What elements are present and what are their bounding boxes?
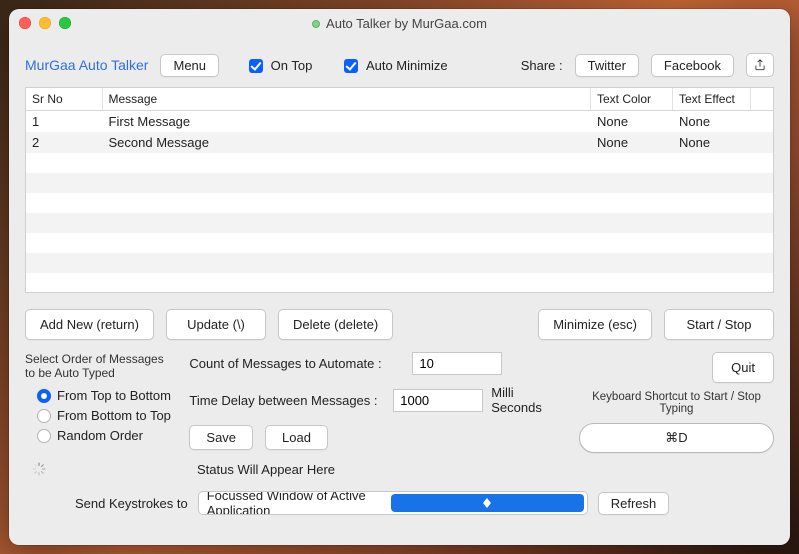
table-row[interactable]: 2 Second Message None None — [26, 132, 773, 153]
mid-section: Select Order of Messages to be Auto Type… — [25, 352, 774, 453]
minimize-button[interactable]: Minimize (esc) — [538, 309, 652, 340]
status-row: Status Will Appear Here — [25, 461, 774, 477]
window-title-text: Auto Talker by MurGaa.com — [326, 16, 487, 31]
cell-text-color: None — [591, 111, 673, 133]
cell-srno: 1 — [26, 111, 102, 133]
minimize-window-icon[interactable] — [39, 17, 51, 29]
quit-button[interactable]: Quit — [712, 352, 774, 383]
order-group: Select Order of Messages to be Auto Type… — [25, 352, 171, 448]
table-row[interactable] — [26, 273, 773, 293]
radio-icon[interactable] — [37, 409, 51, 423]
app-name-link[interactable]: MurGaa Auto Talker — [25, 57, 148, 73]
delay-input[interactable] — [393, 389, 483, 412]
count-label: Count of Messages to Automate : — [189, 356, 404, 371]
update-button[interactable]: Update (\) — [166, 309, 266, 340]
keyboard-group: Quit Keyboard Shortcut to Start / Stop T… — [579, 352, 774, 453]
status-text: Status Will Appear Here — [197, 462, 335, 477]
messages-table[interactable]: Sr No Message Text Color Text Effect 1 F… — [25, 87, 774, 293]
col-header-text-effect[interactable]: Text Effect — [673, 88, 751, 111]
on-top-checkbox[interactable] — [249, 59, 263, 73]
delete-button[interactable]: Delete (delete) — [278, 309, 393, 340]
share-icon[interactable] — [746, 53, 774, 77]
settings-group: Count of Messages to Automate : Time Del… — [189, 352, 561, 450]
order-option-bottom-top[interactable]: From Bottom to Top — [37, 408, 171, 423]
table-row[interactable] — [26, 153, 773, 173]
radio-icon[interactable] — [37, 429, 51, 443]
traffic-lights — [19, 17, 71, 29]
table-row[interactable] — [26, 233, 773, 253]
cell-text-effect: None — [673, 111, 751, 133]
auto-minimize-label: Auto Minimize — [366, 58, 448, 73]
table-row[interactable] — [26, 253, 773, 273]
order-opt1-label: From Top to Bottom — [57, 388, 171, 403]
maximize-window-icon[interactable] — [59, 17, 71, 29]
count-input[interactable] — [412, 352, 502, 375]
start-stop-button[interactable]: Start / Stop — [664, 309, 774, 340]
order-opt2-label: From Bottom to Top — [57, 408, 171, 423]
table-row[interactable] — [26, 173, 773, 193]
save-button[interactable]: Save — [189, 425, 253, 450]
add-new-button[interactable]: Add New (return) — [25, 309, 154, 340]
radio-icon[interactable] — [37, 389, 51, 403]
order-group-title: Select Order of Messages to be Auto Type… — [25, 352, 171, 380]
app-status-icon — [312, 20, 320, 28]
facebook-button[interactable]: Facebook — [651, 54, 734, 77]
topbar: MurGaa Auto Talker Menu On Top Auto Mini… — [25, 53, 774, 77]
twitter-button[interactable]: Twitter — [575, 54, 639, 77]
delay-unit-label: Milli Seconds — [491, 385, 561, 415]
menu-button[interactable]: Menu — [160, 54, 219, 77]
send-keystrokes-label: Send Keystrokes to — [75, 496, 188, 511]
content: MurGaa Auto Talker Menu On Top Auto Mini… — [9, 37, 790, 545]
combo-value: Focussed Window of Active Application — [199, 491, 392, 515]
share-label: Share : — [521, 58, 563, 73]
keyboard-shortcut-title: Keyboard Shortcut to Start / Stop Typing — [579, 391, 774, 415]
on-top-label: On Top — [271, 58, 313, 73]
delay-label: Time Delay between Messages : — [189, 393, 385, 408]
cell-text-effect: None — [673, 132, 751, 153]
col-header-srno[interactable]: Sr No — [26, 88, 102, 111]
app-window: Auto Talker by MurGaa.com MurGaa Auto Ta… — [9, 9, 790, 545]
close-window-icon[interactable] — [19, 17, 31, 29]
on-top-option[interactable]: On Top — [249, 57, 312, 73]
col-header-text-color[interactable]: Text Color — [591, 88, 673, 111]
target-window-combo[interactable]: Focussed Window of Active Application — [198, 491, 588, 515]
cell-srno: 2 — [26, 132, 102, 153]
order-option-random[interactable]: Random Order — [37, 428, 171, 443]
order-opt3-label: Random Order — [57, 428, 143, 443]
cell-text-color: None — [591, 132, 673, 153]
table-row[interactable] — [26, 193, 773, 213]
keyboard-shortcut-button[interactable]: ⌘D — [579, 423, 774, 453]
titlebar: Auto Talker by MurGaa.com — [9, 9, 790, 37]
chevron-updown-icon — [391, 494, 584, 512]
refresh-button[interactable]: Refresh — [598, 492, 670, 515]
order-option-top-bottom[interactable]: From Top to Bottom — [37, 388, 171, 403]
cell-message: Second Message — [102, 132, 591, 153]
load-button[interactable]: Load — [265, 425, 328, 450]
col-header-message[interactable]: Message — [102, 88, 591, 111]
spinner-icon — [31, 461, 47, 477]
auto-minimize-checkbox[interactable] — [344, 59, 358, 73]
bottom-row: Send Keystrokes to Focussed Window of Ac… — [25, 491, 774, 515]
window-title: Auto Talker by MurGaa.com — [9, 16, 790, 31]
action-row: Add New (return) Update (\) Delete (dele… — [25, 309, 774, 340]
table-row[interactable]: 1 First Message None None — [26, 111, 773, 133]
cell-message: First Message — [102, 111, 591, 133]
col-header-scroll — [751, 88, 773, 111]
table-row[interactable] — [26, 213, 773, 233]
table-header-row: Sr No Message Text Color Text Effect — [26, 88, 773, 111]
auto-minimize-option[interactable]: Auto Minimize — [344, 57, 447, 73]
